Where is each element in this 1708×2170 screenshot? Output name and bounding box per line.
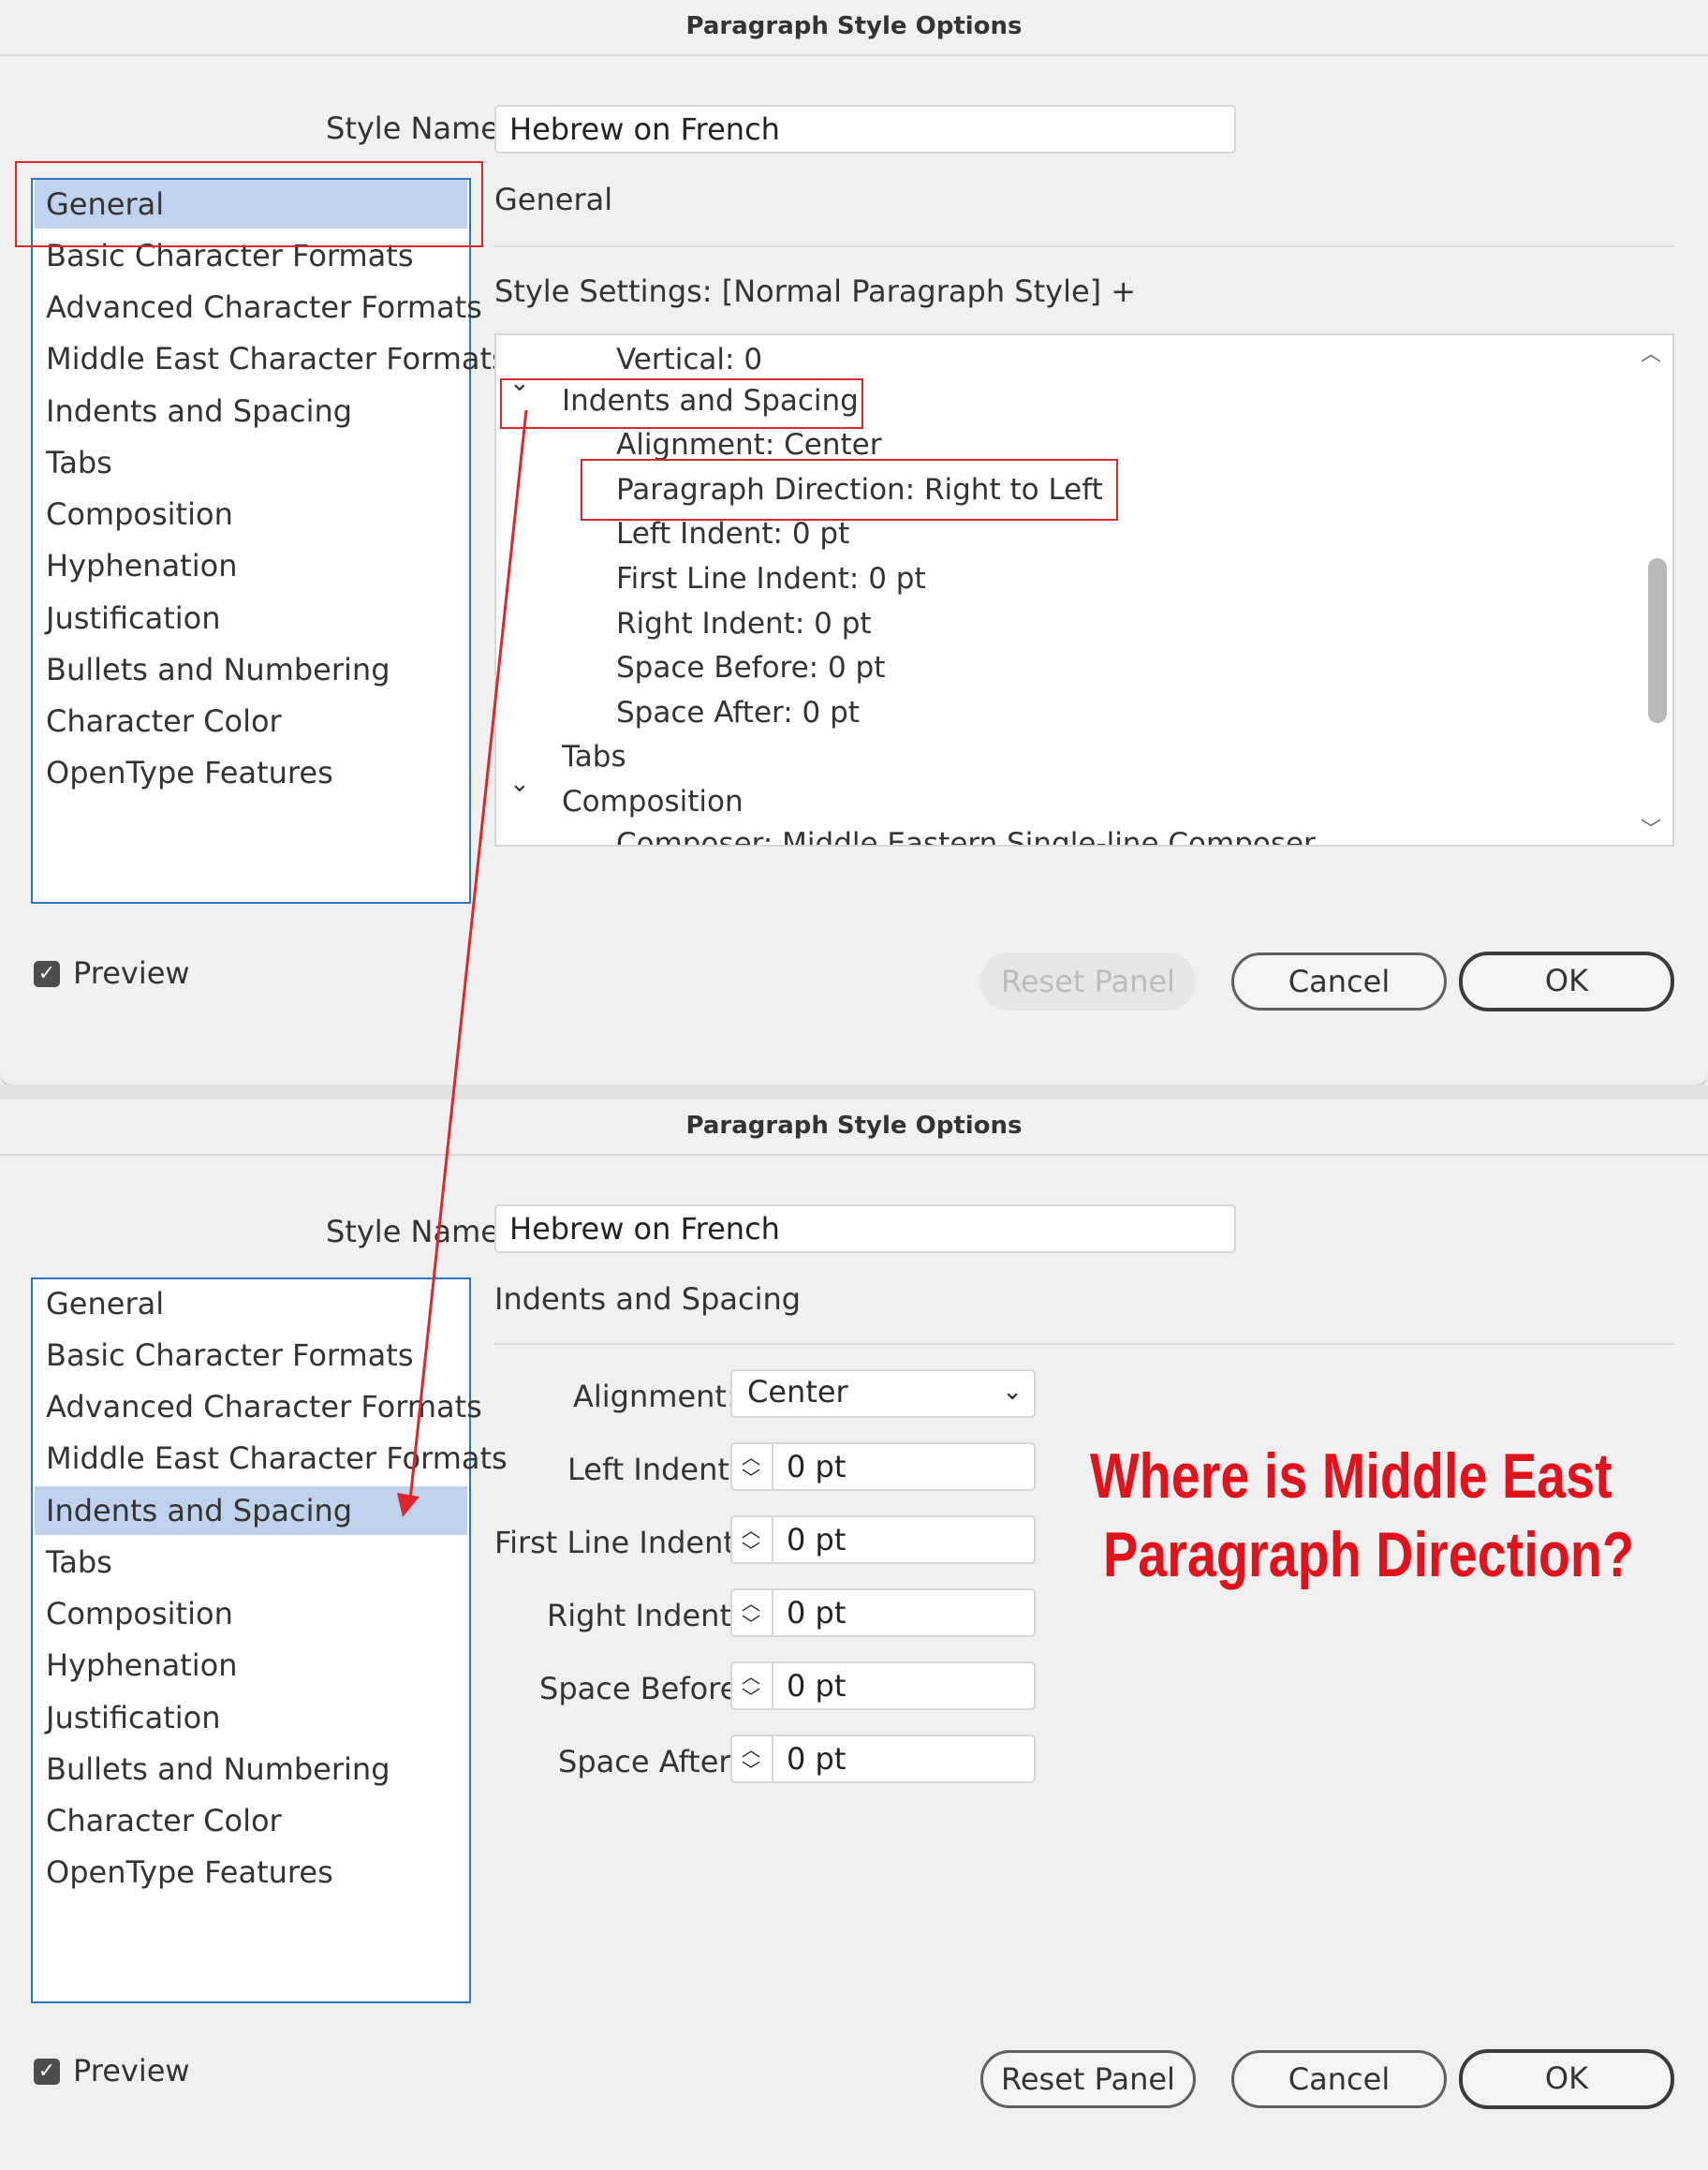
right-indent-input[interactable]: 0 pt xyxy=(772,1588,1036,1637)
space-after-label: Space After: xyxy=(558,1744,741,1779)
bottom-dialog: Paragraph Style Options Style Name: Hebr… xyxy=(0,1100,1708,2170)
category-item-composition[interactable]: Composition xyxy=(35,1589,467,1638)
category-item-character-color[interactable]: Character Color xyxy=(35,697,467,745)
category-item-general[interactable]: General xyxy=(35,1279,467,1328)
right-indent-label: Right Indent: xyxy=(547,1598,742,1633)
section-divider xyxy=(494,1343,1674,1345)
scroll-up-arrow-icon[interactable]: ︿ xyxy=(1641,337,1661,367)
ok-button[interactable]: OK xyxy=(1459,952,1674,1011)
chevron-down-icon[interactable]: ⌄ xyxy=(509,770,530,798)
category-item-opentype-features[interactable]: OpenType Features xyxy=(35,748,467,797)
preview-checkbox[interactable]: ✓ xyxy=(34,961,60,987)
space-after-stepper[interactable]: ︿ ﹀ xyxy=(730,1735,773,1783)
category-item-bullets-and-numbering[interactable]: Bullets and Numbering xyxy=(35,1745,467,1794)
left-indent-label: Left Indent: xyxy=(567,1452,740,1487)
tree-row-composer: Composer: Middle Eastern Single-line Com… xyxy=(616,827,1316,847)
style-name-label: Style Name: xyxy=(326,1214,509,1249)
stepper-down-icon[interactable]: ﹀ xyxy=(742,1609,760,1636)
space-after-input[interactable]: 0 pt xyxy=(772,1735,1036,1783)
space-before-stepper[interactable]: ︿ ﹀ xyxy=(730,1661,773,1710)
dialog-title: Paragraph Style Options xyxy=(0,0,1708,56)
alignment-dropdown[interactable]: Center ⌄ xyxy=(730,1369,1036,1418)
preview-checkbox[interactable]: ✓ xyxy=(34,2059,60,2085)
first-line-indent-label: First Line Indent: xyxy=(494,1525,745,1560)
category-item-advanced-character-formats[interactable]: Advanced Character Formats xyxy=(35,283,482,332)
category-item-opentype-features[interactable]: OpenType Features xyxy=(35,1848,467,1897)
tree-group-composition[interactable]: Composition xyxy=(562,785,744,819)
background-strip xyxy=(0,1085,1708,1100)
category-item-indents-and-spacing[interactable]: Indents and Spacing xyxy=(35,1486,467,1535)
stepper-down-icon[interactable]: ﹀ xyxy=(742,1463,760,1490)
category-list: General Basic Character Formats Advanced… xyxy=(31,1277,508,2003)
tree-row-space-before: Space Before: 0 pt xyxy=(616,651,886,685)
scroll-down-arrow-icon[interactable]: ﹀ xyxy=(1641,813,1661,843)
category-item-middle-east-character-formats[interactable]: Middle East Character Formats xyxy=(35,334,508,383)
right-indent-stepper[interactable]: ︿ ﹀ xyxy=(730,1588,773,1637)
alignment-value: Center xyxy=(747,1374,848,1410)
style-name-field[interactable]: Hebrew on French xyxy=(494,1204,1236,1253)
style-name-label: Style Name: xyxy=(326,111,509,146)
category-item-middle-east-character-formats[interactable]: Middle East Character Formats xyxy=(35,1434,508,1483)
cancel-button[interactable]: Cancel xyxy=(1231,952,1447,1011)
category-item-advanced-character-formats[interactable]: Advanced Character Formats xyxy=(35,1382,482,1431)
preview-label: Preview xyxy=(73,2053,190,2089)
category-list: General Basic Character Formats Advanced… xyxy=(31,178,508,904)
category-item-tabs[interactable]: Tabs xyxy=(35,438,467,487)
style-name-field[interactable]: Hebrew on French xyxy=(494,105,1236,154)
highlight-box-indents-and-spacing xyxy=(500,378,863,429)
style-settings-text: Style Settings: [Normal Paragraph Style]… xyxy=(494,273,1137,309)
tree-group-tabs[interactable]: Tabs xyxy=(562,740,626,774)
section-title: Indents and Spacing xyxy=(494,1281,802,1317)
category-item-hyphenation[interactable]: Hyphenation xyxy=(35,541,467,590)
tree-row-vertical: Vertical: 0 xyxy=(616,343,763,376)
category-item-bullets-and-numbering[interactable]: Bullets and Numbering xyxy=(35,645,467,694)
section-divider xyxy=(494,245,1674,247)
tree-row-first-line-indent: First Line Indent: 0 pt xyxy=(616,562,926,596)
highlight-box-paragraph-direction xyxy=(581,459,1118,521)
category-item-basic-character-formats[interactable]: Basic Character Formats xyxy=(35,1331,467,1380)
stepper-down-icon[interactable]: ﹀ xyxy=(742,1755,760,1782)
stepper-down-icon[interactable]: ﹀ xyxy=(742,1682,760,1709)
alignment-label: Alignment: xyxy=(573,1379,737,1414)
annotation-line-2: Paragraph Direction? xyxy=(1103,1519,1635,1590)
scrollbar-thumb[interactable] xyxy=(1648,558,1667,723)
tree-row-alignment: Alignment: Center xyxy=(616,428,882,462)
left-indent-stepper[interactable]: ︿ ﹀ xyxy=(730,1442,773,1491)
category-item-tabs[interactable]: Tabs xyxy=(35,1538,467,1587)
category-item-character-color[interactable]: Character Color xyxy=(35,1796,467,1845)
first-line-indent-input[interactable]: 0 pt xyxy=(772,1515,1036,1564)
category-item-justification[interactable]: Justification xyxy=(35,594,467,642)
first-line-indent-stepper[interactable]: ︿ ﹀ xyxy=(730,1515,773,1564)
stepper-down-icon[interactable]: ﹀ xyxy=(742,1536,760,1563)
top-dialog: Paragraph Style Options Style Name: Hebr… xyxy=(0,0,1708,1087)
left-indent-input[interactable]: 0 pt xyxy=(772,1442,1036,1491)
reset-panel-button[interactable]: Reset Panel xyxy=(980,2050,1196,2108)
chevron-down-icon: ⌄ xyxy=(1002,1378,1023,1406)
preview-label: Preview xyxy=(73,955,190,991)
cancel-button[interactable]: Cancel xyxy=(1231,2050,1447,2108)
highlight-box-general xyxy=(15,161,483,247)
dialog-title: Paragraph Style Options xyxy=(0,1100,1708,1156)
ok-button[interactable]: OK xyxy=(1459,2049,1674,2109)
category-item-justification[interactable]: Justification xyxy=(35,1693,467,1742)
category-item-hyphenation[interactable]: Hyphenation xyxy=(35,1641,467,1690)
space-before-input[interactable]: 0 pt xyxy=(772,1661,1036,1710)
section-title: General xyxy=(494,182,613,217)
tree-row-right-indent: Right Indent: 0 pt xyxy=(616,607,872,641)
space-before-label: Space Before: xyxy=(539,1671,749,1706)
annotation-line-1: Where is Middle East xyxy=(1090,1440,1612,1512)
category-item-composition[interactable]: Composition xyxy=(35,490,467,539)
tree-row-left-indent: Left Indent: 0 pt xyxy=(616,517,850,551)
tree-row-space-after: Space After: 0 pt xyxy=(616,696,860,730)
reset-panel-button[interactable]: Reset Panel xyxy=(980,952,1196,1011)
category-item-indents-and-spacing[interactable]: Indents and Spacing xyxy=(35,387,467,435)
